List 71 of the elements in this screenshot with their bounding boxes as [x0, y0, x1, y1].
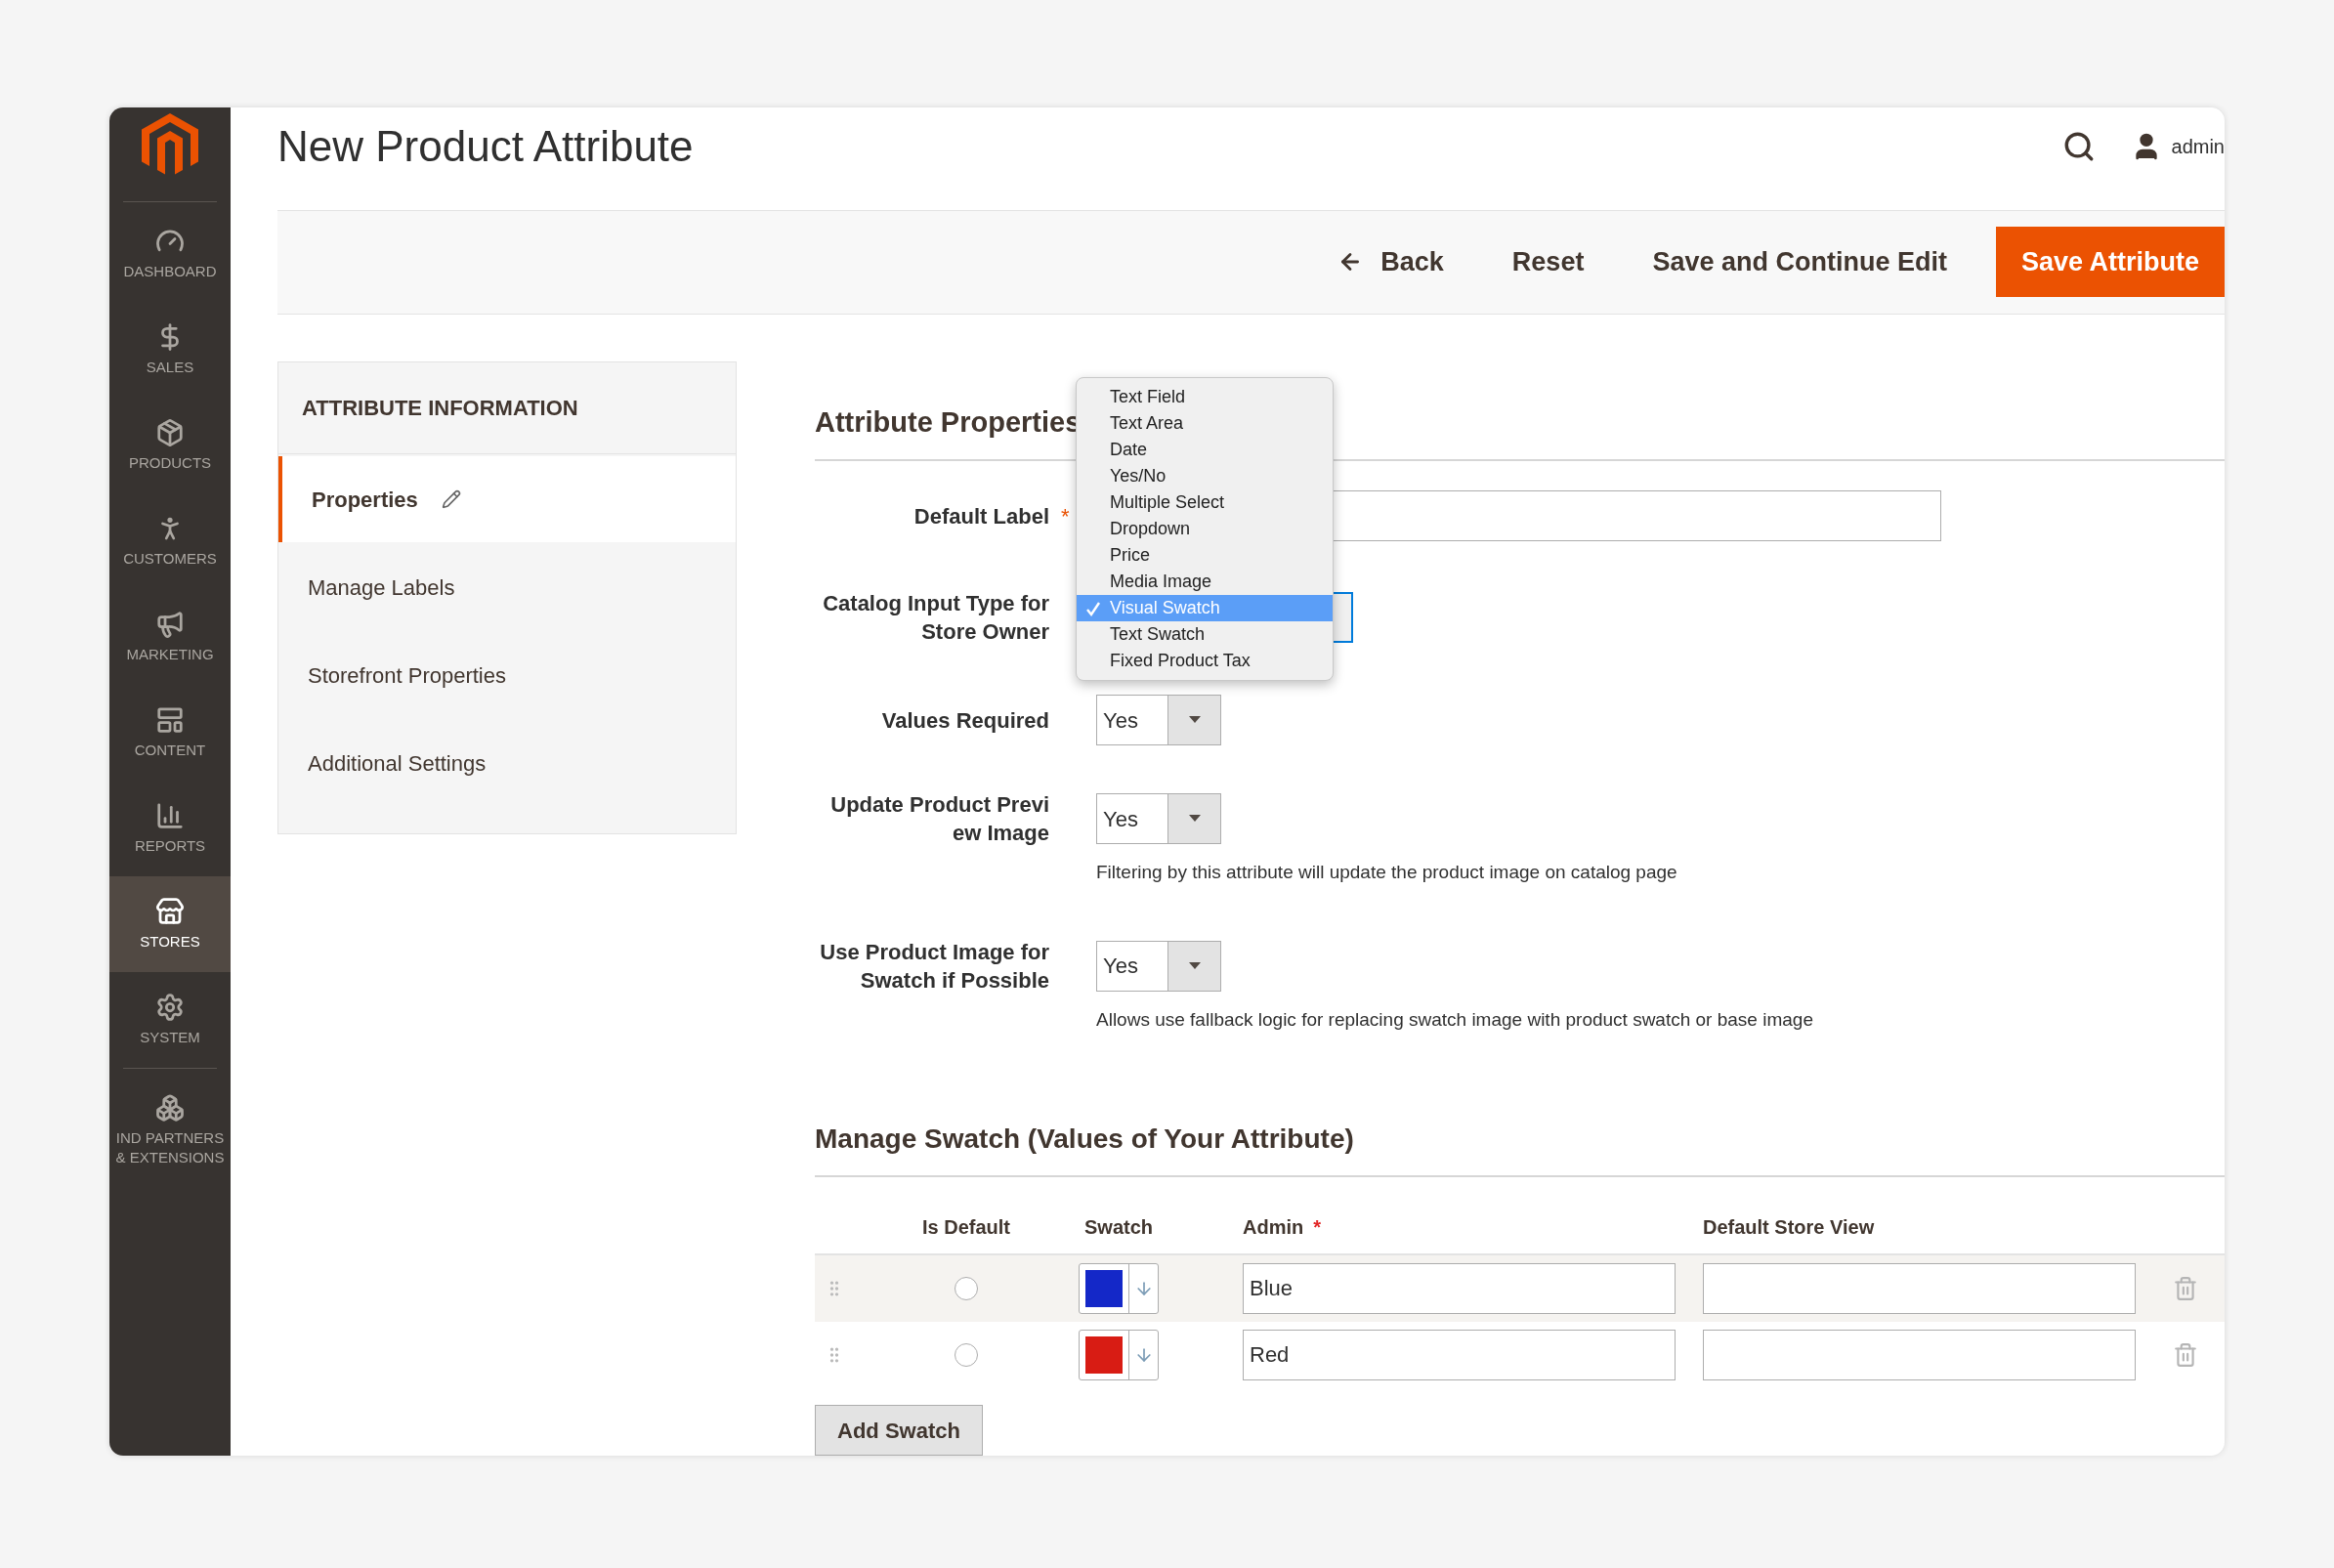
column-header: Admin — [1243, 1215, 1304, 1240]
delete-icon[interactable] — [2173, 1276, 2198, 1301]
blocks-icon — [155, 1093, 185, 1123]
save-continue-button[interactable]: Save and Continue Edit — [1652, 242, 1947, 282]
sidebar-item[interactable]: SALES — [109, 302, 231, 398]
menu-option[interactable]: Date — [1077, 437, 1333, 463]
select-field[interactable]: Yes — [1096, 793, 1221, 844]
radio-button[interactable] — [955, 1343, 978, 1367]
caret-icon — [1188, 815, 1201, 823]
sidebar-item[interactable]: DASHBOARD — [109, 206, 231, 302]
store-view-field[interactable] — [1703, 1330, 2136, 1380]
column-header: Default Store View — [1703, 1215, 1875, 1240]
sidebar-item[interactable]: CONTENT — [109, 685, 231, 781]
tab[interactable]: Storefront Properties — [278, 632, 736, 718]
select-value: Yes — [1102, 953, 1139, 980]
admin-value-field[interactable]: Red — [1243, 1330, 1676, 1380]
store-view-field[interactable] — [1703, 1263, 2136, 1314]
field-label: Use Product Image for Swatch if Possible — [819, 938, 1049, 995]
section-heading: Manage Swatch (Values of Your Attribute) — [815, 1123, 1354, 1156]
menu-option[interactable]: Multiple Select — [1077, 489, 1333, 516]
sidebar-item[interactable]: SYSTEM — [109, 972, 231, 1068]
field-note: Filtering by this attribute will update the product image on catalog page — [1095, 861, 1678, 884]
field-label: Default Label — [913, 502, 1049, 530]
field-label: Catalog Input Type for Store Owner — [822, 590, 1049, 646]
panel-heading: ATTRIBUTE INFORMATION — [278, 362, 736, 454]
tab[interactable]: Properties — [278, 456, 736, 542]
sidebar-item[interactable]: PRODUCTS — [109, 398, 231, 493]
bar-chart-icon — [155, 801, 185, 830]
select-field[interactable]: Yes — [1096, 940, 1221, 992]
user-menu[interactable]: admin — [2130, 131, 2225, 163]
page-title: New Product Attribute — [277, 121, 694, 173]
megaphone-icon — [155, 610, 185, 639]
column-header: Is Default — [922, 1215, 1010, 1240]
tab[interactable]: Manage Labels — [278, 544, 736, 630]
sidebar-item[interactable]: REPORTS — [109, 781, 231, 876]
select-value: Yes — [1102, 706, 1139, 735]
field-note: Allows use fallback logic for replacing swatch image with product swatch or base image — [1095, 1007, 1814, 1032]
field-label: Update Product Previ ew Image — [829, 791, 1049, 847]
box-icon — [155, 418, 185, 447]
column-header: Swatch — [1084, 1216, 1154, 1238]
swatch-picker[interactable] — [1079, 1330, 1159, 1380]
store-icon — [155, 897, 185, 926]
tab[interactable]: Additional Settings — [278, 720, 736, 806]
menu-option[interactable]: Price — [1077, 542, 1333, 569]
radio-button[interactable] — [955, 1277, 978, 1300]
sidebar-item[interactable]: CUSTOMERS — [109, 493, 231, 589]
menu-option[interactable]: Text Swatch — [1077, 621, 1333, 648]
sidebar-item[interactable]: MARKETING — [109, 589, 231, 685]
checkmark-icon — [1085, 600, 1101, 616]
required-mark: * — [1061, 503, 1070, 530]
admin-value-field[interactable]: Blue — [1243, 1263, 1676, 1314]
save-attribute-button[interactable]: Save Attribute — [1995, 227, 2225, 298]
select-field[interactable]: Yes — [1096, 695, 1221, 745]
required-mark: * — [1313, 1215, 1321, 1240]
caret-icon — [1188, 961, 1201, 970]
sidebar-item[interactable]: IND PARTNERS & EXTENSIONS — [109, 1082, 231, 1178]
layout-icon — [155, 705, 185, 735]
menu-option[interactable]: Yes/No — [1077, 463, 1333, 489]
sidebar-item[interactable]: STORES — [109, 876, 231, 972]
menu-option[interactable]: Fixed Product Tax — [1077, 648, 1333, 674]
field-label: Values Required — [881, 706, 1049, 735]
add-swatch-button[interactable]: Add Swatch — [815, 1405, 983, 1456]
settings-icon — [155, 993, 185, 1022]
reset-button[interactable]: Reset — [1492, 242, 1604, 282]
swatch-picker[interactable] — [1079, 1263, 1159, 1314]
caret-icon — [1188, 716, 1201, 724]
back-button[interactable]: Back — [1337, 242, 1444, 282]
menu-option[interactable]: Media Image — [1077, 569, 1333, 595]
delete-icon[interactable] — [2173, 1342, 2198, 1368]
select-value: Yes — [1102, 805, 1139, 833]
menu-option[interactable]: Dropdown — [1077, 516, 1333, 542]
